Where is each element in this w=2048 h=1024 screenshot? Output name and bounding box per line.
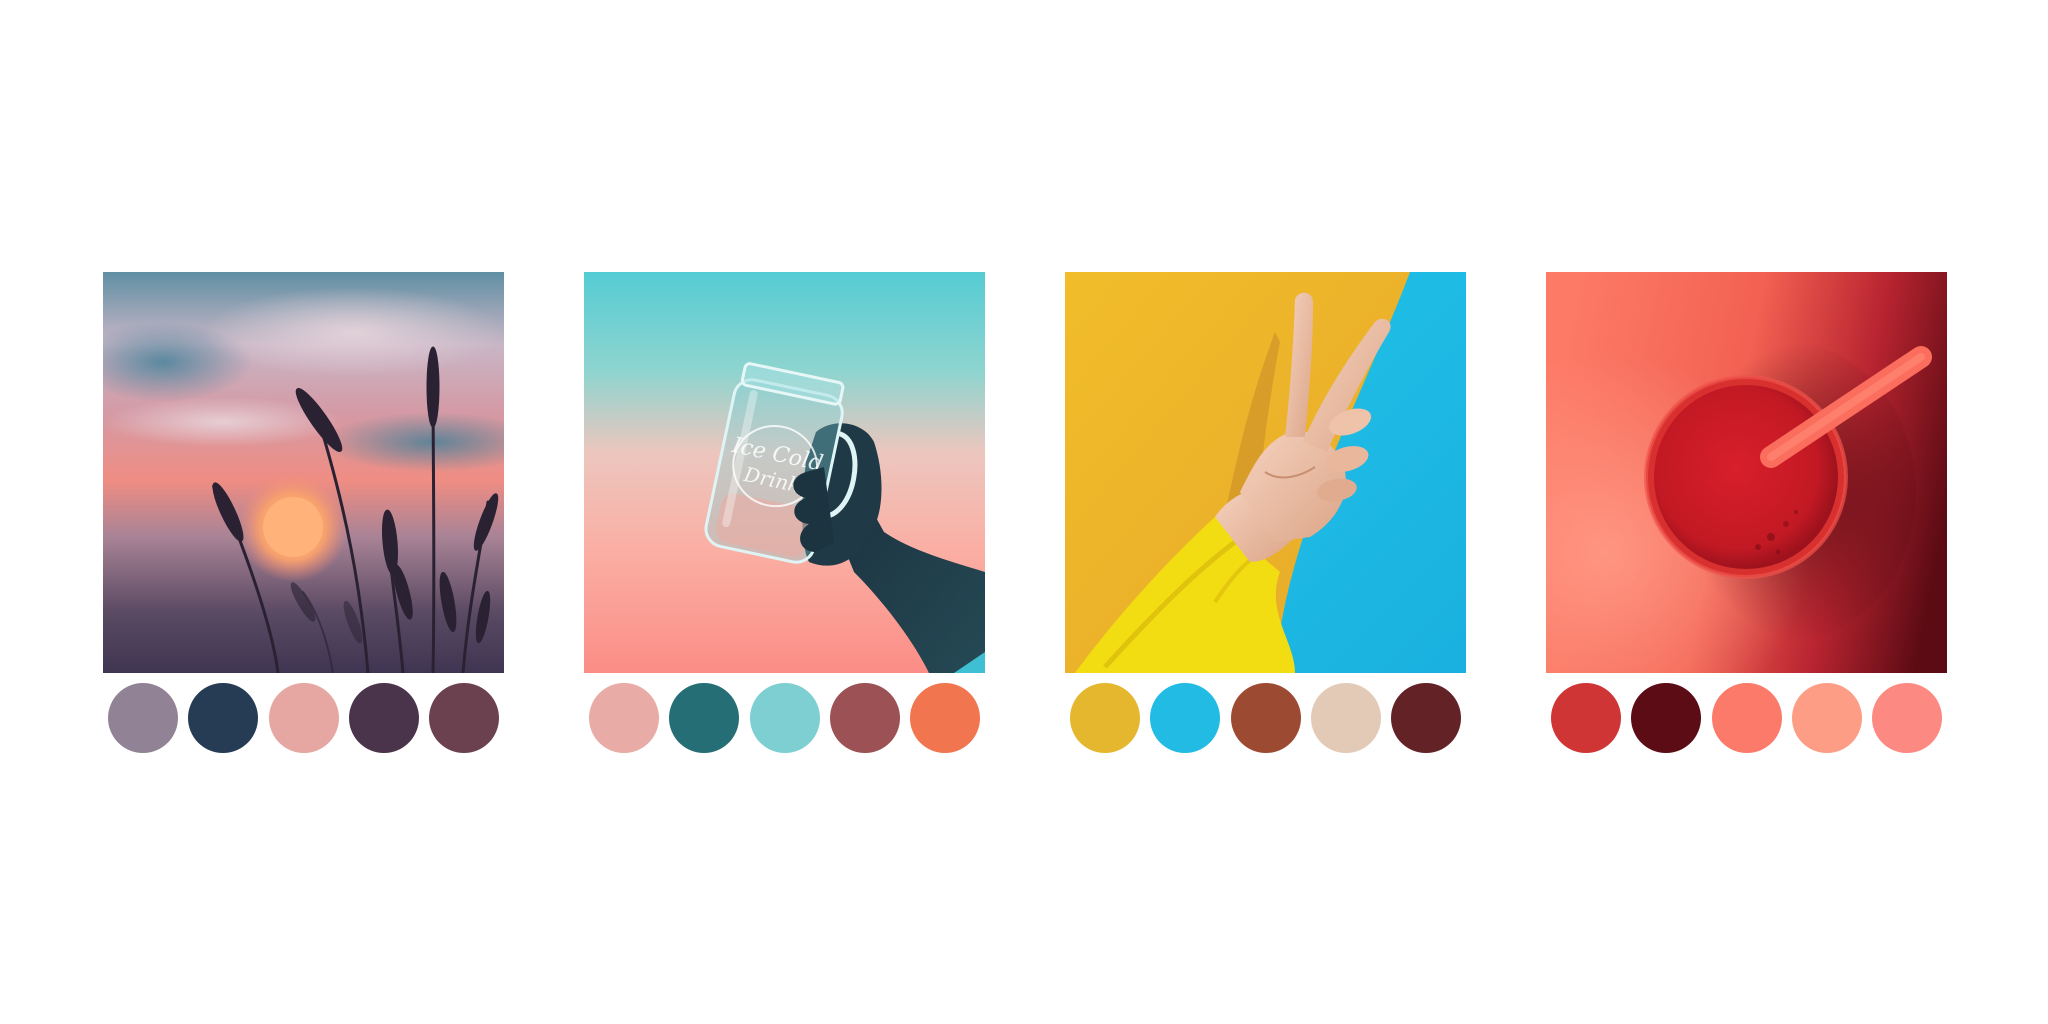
color-swatch[interactable] [348,683,419,753]
color-palette [1065,683,1466,753]
color-swatch[interactable] [1070,683,1140,753]
color-swatch[interactable] [429,683,499,753]
color-swatch[interactable] [910,683,980,753]
color-palette [584,683,985,753]
photo-sunset-wheat[interactable] [103,272,504,673]
color-swatch[interactable] [1230,683,1301,753]
color-swatch[interactable] [1711,683,1782,753]
color-swatch[interactable] [749,683,820,753]
color-swatch[interactable] [829,683,900,753]
color-swatch[interactable] [268,683,339,753]
color-swatch[interactable] [1791,683,1862,753]
palette-card-drink [1546,272,1947,753]
color-swatch[interactable] [1631,683,1702,753]
color-swatch[interactable] [188,683,259,753]
color-swatch[interactable] [108,683,178,753]
color-palette [1546,683,1947,753]
color-swatch[interactable] [1391,683,1461,753]
color-palette [103,683,504,753]
color-swatch[interactable] [669,683,740,753]
palette-card-jar: Ice Cold Drink [584,272,985,753]
color-swatch[interactable] [1551,683,1621,753]
color-swatch[interactable] [1150,683,1221,753]
photo-hand-jar[interactable]: Ice Cold Drink [584,272,985,673]
color-swatch[interactable] [1310,683,1381,753]
color-swatch[interactable] [1872,683,1942,753]
palette-card-sunset [103,272,504,753]
photo-red-drink[interactable] [1546,272,1947,673]
color-swatch[interactable] [589,683,659,753]
palette-board: Ice Cold Drink [0,0,2048,1024]
photo-peace-sign[interactable] [1065,272,1466,673]
palette-card-peace [1065,272,1466,753]
